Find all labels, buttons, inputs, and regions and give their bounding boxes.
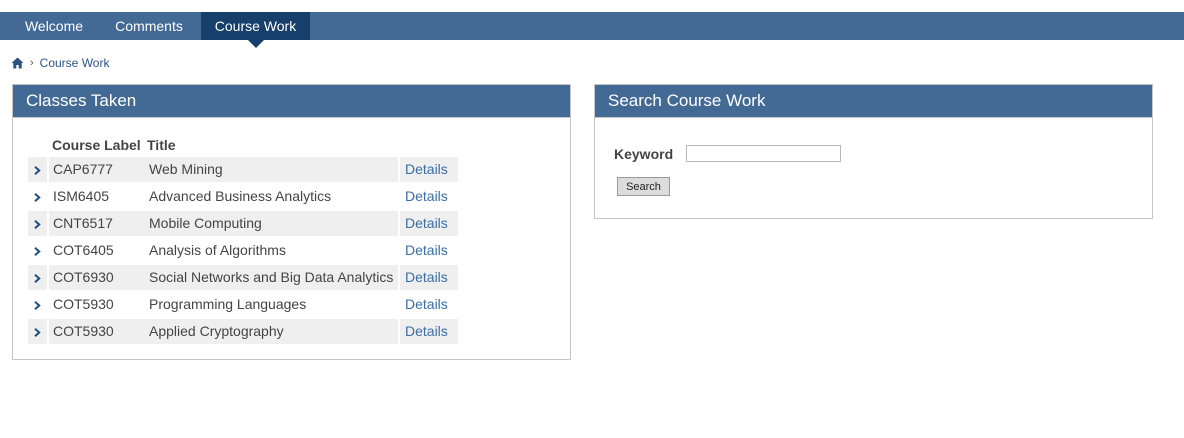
table-row: COT5930 Applied Cryptography Details	[28, 319, 458, 344]
details-link[interactable]: Details	[400, 238, 458, 263]
breadcrumb-current[interactable]: Course Work	[40, 56, 110, 70]
details-link[interactable]: Details	[400, 184, 458, 209]
details-link[interactable]: Details	[400, 211, 458, 236]
classes-taken-panel: Classes Taken Course Label Title CAP6777…	[12, 84, 571, 360]
tab-course-work-label: Course Work	[214, 18, 297, 34]
course-label-cell: COT6405	[49, 238, 146, 263]
table-row: COT5930 Programming Languages Details	[28, 292, 458, 317]
column-header-course-label: Course Label	[52, 137, 141, 153]
keyword-input[interactable]	[686, 145, 841, 162]
course-title-cell: Social Networks and Big Data Analytics	[144, 265, 398, 290]
table-row: COT6405 Analysis of Algorithms Details	[28, 238, 458, 263]
column-header-title: Title	[147, 137, 176, 153]
search-course-work-panel: Search Course Work Keyword Search	[594, 84, 1153, 219]
chevron-right-icon[interactable]	[28, 157, 47, 182]
details-link[interactable]: Details	[400, 319, 458, 344]
search-course-work-title: Search Course Work	[595, 85, 1152, 118]
chevron-right-icon[interactable]	[28, 184, 47, 209]
active-tab-caret-icon	[247, 40, 264, 48]
course-title-cell: Analysis of Algorithms	[144, 238, 398, 263]
course-title-cell: Programming Languages	[144, 292, 398, 317]
course-title-cell: Applied Cryptography	[144, 319, 398, 344]
table-row: CAP6777 Web Mining Details	[28, 157, 458, 182]
course-label-cell: ISM6405	[49, 184, 146, 209]
details-link[interactable]: Details	[400, 265, 458, 290]
chevron-right-icon[interactable]	[28, 211, 47, 236]
chevron-right-icon[interactable]	[28, 319, 47, 344]
table-row: COT6930 Social Networks and Big Data Anal…	[28, 265, 458, 290]
details-link[interactable]: Details	[400, 292, 458, 317]
course-label-cell: COT5930	[49, 292, 146, 317]
tab-comments[interactable]: Comments	[101, 12, 197, 40]
search-button[interactable]: Search	[617, 177, 670, 196]
course-title-cell: Mobile Computing	[144, 211, 398, 236]
chevron-right-icon[interactable]	[28, 292, 47, 317]
course-title-cell: Advanced Business Analytics	[144, 184, 398, 209]
keyword-label: Keyword	[614, 146, 674, 162]
breadcrumb: › Course Work	[11, 55, 109, 71]
table-row: CNT6517 Mobile Computing Details	[28, 211, 458, 236]
tab-welcome[interactable]: Welcome	[11, 12, 97, 40]
course-label-cell: COT5930	[49, 319, 146, 344]
top-nav-bar: Welcome Comments Course Work	[0, 12, 1184, 48]
chevron-right-icon[interactable]	[28, 238, 47, 263]
classes-taken-title: Classes Taken	[13, 85, 570, 118]
course-label-cell: COT6930	[49, 265, 146, 290]
table-row: ISM6405 Advanced Business Analytics Detail…	[28, 184, 458, 209]
details-link[interactable]: Details	[400, 157, 458, 182]
course-label-cell: CAP6777	[49, 157, 146, 182]
chevron-right-icon[interactable]	[28, 265, 47, 290]
tab-course-work[interactable]: Course Work	[201, 12, 310, 48]
course-title-cell: Web Mining	[144, 157, 398, 182]
course-label-cell: CNT6517	[49, 211, 146, 236]
home-icon[interactable]	[11, 57, 24, 69]
breadcrumb-separator-icon: ›	[30, 57, 34, 69]
